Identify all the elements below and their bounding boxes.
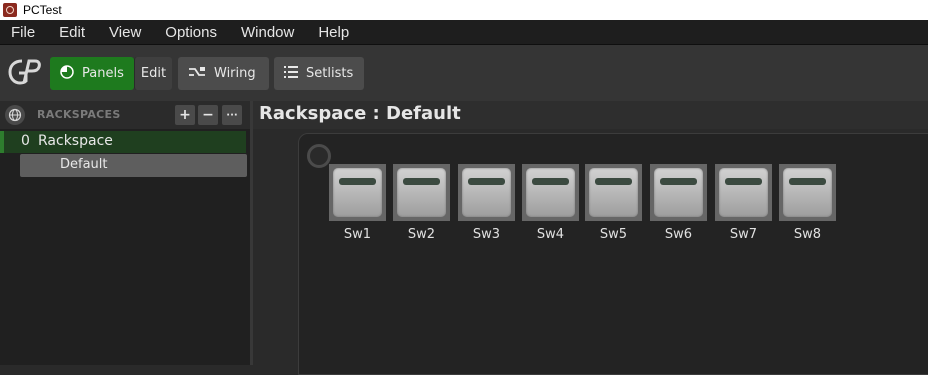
wiring-label: Wiring bbox=[214, 66, 256, 81]
sidebar-title: RACKSPACES bbox=[37, 108, 121, 121]
variation-item[interactable]: Default bbox=[20, 154, 247, 177]
rackspace-name: Rackspace bbox=[38, 133, 113, 149]
gp-logo-icon bbox=[8, 59, 41, 85]
switch-7[interactable] bbox=[715, 164, 772, 221]
panel-area: Sw1 Sw2 Sw3 Sw4 Sw5 Sw6 Sw7 Sw8 bbox=[253, 129, 928, 375]
switch-led bbox=[725, 178, 762, 185]
switch-button bbox=[589, 168, 638, 217]
menu-edit[interactable]: Edit bbox=[47, 24, 97, 41]
switch-led bbox=[403, 178, 440, 185]
switch-2[interactable] bbox=[393, 164, 450, 221]
menu-file[interactable]: File bbox=[0, 24, 47, 41]
switch-button bbox=[719, 168, 768, 217]
rackspaces-sidebar: RACKSPACES + − ··· 0 Rackspace Default bbox=[0, 101, 253, 365]
remove-rackspace-button[interactable]: − bbox=[198, 105, 218, 125]
edit-button[interactable]: Edit bbox=[134, 57, 172, 90]
toolbar: Panels Edit Wiring Setlists bbox=[0, 44, 928, 101]
rackspace-index: 0 bbox=[21, 133, 30, 149]
switch-label: Sw5 bbox=[599, 227, 628, 242]
switch-3[interactable] bbox=[458, 164, 515, 221]
panels-button[interactable]: Panels bbox=[50, 57, 134, 90]
app-icon bbox=[3, 3, 17, 17]
switch-led bbox=[339, 178, 376, 185]
wiring-icon bbox=[188, 66, 206, 82]
switch-label: Sw3 bbox=[472, 227, 501, 242]
setlists-button[interactable]: Setlists bbox=[274, 57, 364, 90]
main-header: Rackspace : Default bbox=[253, 101, 928, 129]
switch-button bbox=[654, 168, 703, 217]
menu-bar: File Edit View Options Window Help bbox=[0, 20, 928, 44]
page-title: Rackspace : Default bbox=[259, 103, 461, 124]
rackspace-item[interactable]: 0 Rackspace bbox=[0, 131, 246, 153]
panels-icon bbox=[60, 64, 74, 83]
menu-options[interactable]: Options bbox=[153, 24, 229, 41]
more-options-button[interactable]: ··· bbox=[222, 105, 242, 125]
switch-button bbox=[333, 168, 382, 217]
rack-screw bbox=[307, 144, 331, 168]
switch-button bbox=[397, 168, 446, 217]
switch-label: Sw6 bbox=[664, 227, 693, 242]
switch-label: Sw2 bbox=[407, 227, 436, 242]
rack-panel: Sw1 Sw2 Sw3 Sw4 Sw5 Sw6 Sw7 Sw8 bbox=[298, 133, 928, 375]
wiring-button[interactable]: Wiring bbox=[178, 57, 269, 90]
setlists-label: Setlists bbox=[306, 66, 354, 81]
switch-label: Sw1 bbox=[343, 227, 372, 242]
switch-button bbox=[783, 168, 832, 217]
switch-led bbox=[468, 178, 505, 185]
add-rackspace-button[interactable]: + bbox=[175, 105, 195, 125]
switch-button bbox=[526, 168, 575, 217]
switch-label: Sw8 bbox=[793, 227, 822, 242]
switch-led bbox=[660, 178, 697, 185]
window-title: PCTest bbox=[23, 3, 62, 17]
switch-led bbox=[532, 178, 569, 185]
switch-led bbox=[595, 178, 632, 185]
variation-name: Default bbox=[60, 157, 108, 172]
switch-label: Sw7 bbox=[729, 227, 758, 242]
menu-window[interactable]: Window bbox=[229, 24, 306, 41]
switch-button bbox=[462, 168, 511, 217]
sidebar-header: RACKSPACES + − ··· bbox=[0, 101, 250, 129]
globe-icon[interactable] bbox=[5, 105, 25, 125]
switch-5[interactable] bbox=[585, 164, 642, 221]
switch-6[interactable] bbox=[650, 164, 707, 221]
edit-label: Edit bbox=[140, 66, 167, 81]
menu-help[interactable]: Help bbox=[306, 24, 361, 41]
menu-view[interactable]: View bbox=[97, 24, 153, 41]
switch-8[interactable] bbox=[779, 164, 836, 221]
switch-label: Sw4 bbox=[536, 227, 565, 242]
list-icon bbox=[284, 65, 298, 82]
window-titlebar: PCTest bbox=[0, 0, 928, 20]
switch-1[interactable] bbox=[329, 164, 386, 221]
switch-led bbox=[789, 178, 826, 185]
switch-4[interactable] bbox=[522, 164, 579, 221]
panels-label: Panels bbox=[82, 66, 124, 81]
